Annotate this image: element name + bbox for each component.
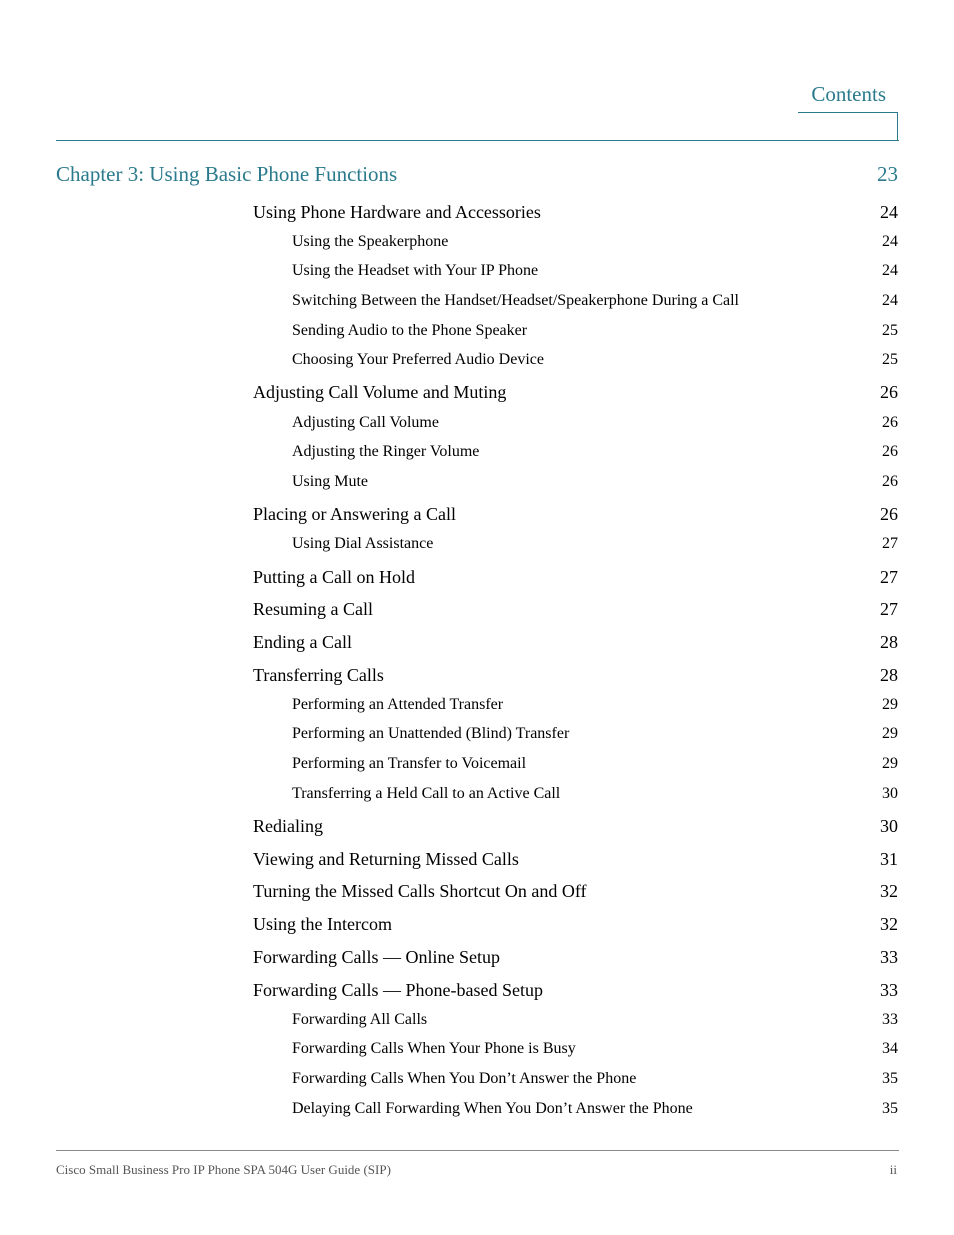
toc-entry-page: 26 [882, 473, 898, 490]
toc-entry-label: Using Phone Hardware and Accessories [253, 202, 541, 222]
toc-entry-page: 31 [880, 849, 898, 869]
toc-entry-page: 28 [880, 632, 898, 652]
toc-entry-page: 27 [882, 535, 898, 552]
toc-entry-label: Performing an Transfer to Voicemail [292, 755, 527, 772]
toc-entry-label: Forwarding Calls — Online Setup [253, 947, 500, 967]
toc-entry-label: Forwarding All Calls [292, 1011, 428, 1028]
toc-entry-page: 26 [880, 382, 898, 402]
toc-entry-label: Turning the Missed Calls Shortcut On and… [253, 881, 587, 901]
toc-entry-page: 33 [880, 980, 898, 1000]
toc-entry-label: Delaying Call Forwarding When You Don’t … [292, 1100, 693, 1117]
footer-text: Cisco Small Business Pro IP Phone SPA 50… [56, 1162, 391, 1177]
toc-entry-label: Using the Speakerphone [292, 233, 449, 250]
toc-entry-page: 35 [882, 1100, 898, 1117]
toc-entry-page: 27 [880, 599, 898, 619]
chapter-title: Chapter 3: Using Basic Phone Functions [56, 162, 398, 186]
toc-entry-label: Using the Intercom [253, 914, 392, 934]
toc-entry-page: 26 [882, 414, 898, 431]
toc-entry-label: Forwarding Calls When Your Phone is Busy [292, 1040, 576, 1057]
toc-entry-page: 24 [880, 202, 898, 222]
chapter-heading[interactable]: Chapter 3: Using Basic Phone Functions 2… [56, 162, 898, 187]
toc-entry-label: Adjusting Call Volume [292, 414, 439, 431]
toc-entry-page: 29 [882, 696, 898, 713]
footer-rule [56, 1150, 899, 1151]
toc-entry-page: 30 [880, 816, 898, 836]
toc-entry-page: 29 [882, 755, 898, 772]
toc-entry-page: 30 [882, 785, 898, 802]
toc-entry-page: 35 [882, 1070, 898, 1087]
toc-entry-label: Redialing [253, 816, 323, 836]
toc-entry-label: Viewing and Returning Missed Calls [253, 849, 519, 869]
toc-entry-label: Using Dial Assistance [292, 535, 434, 552]
toc-entry-label: Putting a Call on Hold [253, 567, 415, 587]
toc-entry-page: 32 [880, 914, 898, 934]
toc-entry-page: 33 [882, 1011, 898, 1028]
toc-entry-page: 24 [882, 262, 898, 279]
toc-entry-label: Sending Audio to the Phone Speaker [292, 322, 528, 339]
toc-entry-page: 33 [880, 947, 898, 967]
toc-entry-page: 26 [880, 504, 898, 524]
toc-entry-label: Forwarding Calls — Phone-based Setup [253, 980, 543, 1000]
toc-entry-page: 25 [882, 351, 898, 368]
toc-entry-label: Performing an Attended Transfer [292, 696, 504, 713]
toc-entry-page: 24 [882, 292, 898, 309]
toc-entry-page: 28 [880, 665, 898, 685]
toc-entry-label: Transferring Calls [253, 665, 384, 685]
toc-entry-page: 34 [882, 1040, 898, 1057]
toc-entry-page: 24 [882, 233, 898, 250]
toc-entry-label: Resuming a Call [253, 599, 373, 619]
toc-entry-label: Forwarding Calls When You Don’t Answer t… [292, 1070, 637, 1087]
toc-entry-label: Using Mute [292, 473, 368, 490]
header-title: Contents [811, 82, 886, 106]
toc-entry-label: Switching Between the Handset/Headset/Sp… [292, 292, 739, 309]
toc-entry-label: Choosing Your Preferred Audio Device [292, 351, 544, 368]
toc-entry-label: Using the Headset with Your IP Phone [292, 262, 539, 279]
toc-entry-page: 26 [882, 443, 898, 460]
toc-entry-label: Performing an Unattended (Blind) Transfe… [292, 725, 570, 742]
toc-entry-label: Placing or Answering a Call [253, 504, 456, 524]
toc-entry-page: 32 [880, 881, 898, 901]
toc-entry-label: Ending a Call [253, 632, 352, 652]
toc-entry-page: 25 [882, 322, 898, 339]
toc-entry-page: 29 [882, 725, 898, 742]
toc-entry-label: Transferring a Held Call to an Active Ca… [292, 785, 561, 802]
toc-entry-page: 27 [880, 567, 898, 587]
toc-entry-label: Adjusting Call Volume and Muting [253, 382, 507, 402]
footer-page-number: ii [889, 1162, 897, 1177]
toc-entry-label: Adjusting the Ringer Volume [292, 443, 480, 460]
header-rule [56, 140, 899, 141]
chapter-page: 23 [877, 162, 898, 186]
header-box [798, 112, 898, 140]
